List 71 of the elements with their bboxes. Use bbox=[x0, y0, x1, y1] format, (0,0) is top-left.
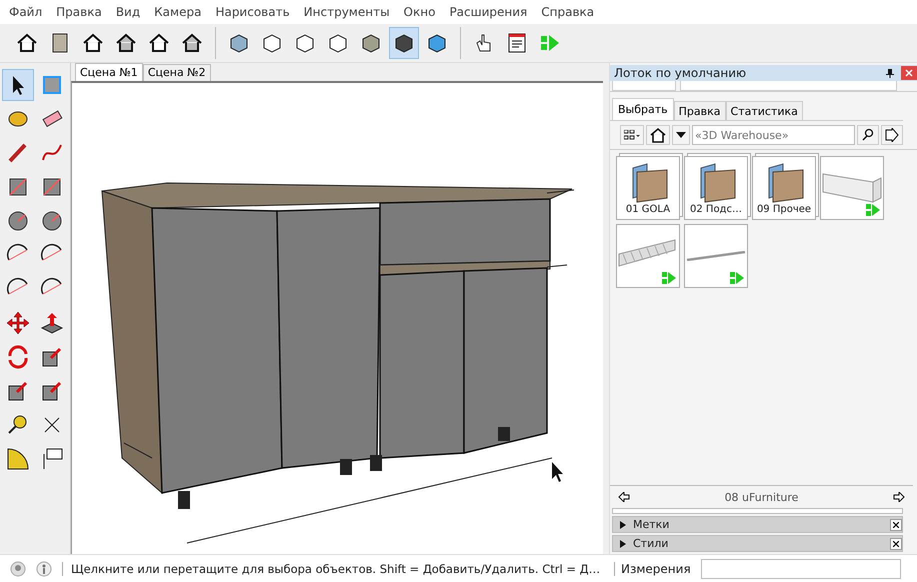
input-field[interactable] bbox=[612, 81, 676, 91]
search-button[interactable] bbox=[857, 125, 879, 145]
left-arrow-icon bbox=[618, 492, 630, 502]
close-button[interactable] bbox=[890, 538, 902, 550]
pin-icon[interactable] bbox=[885, 68, 895, 78]
menu-item[interactable]: Файл bbox=[2, 5, 50, 19]
folder-label: 01 GOLA bbox=[626, 204, 670, 214]
component-thumbnail[interactable] bbox=[616, 224, 680, 288]
close-button[interactable] bbox=[890, 518, 902, 530]
push-pull-icon bbox=[39, 310, 65, 336]
tray-tab[interactable]: Статистика bbox=[726, 101, 803, 120]
cursor-icon bbox=[552, 462, 563, 482]
close-icon bbox=[905, 69, 913, 77]
component-thumbnail[interactable] bbox=[684, 224, 748, 288]
arrow-icon bbox=[885, 128, 899, 142]
input-field[interactable] bbox=[680, 81, 897, 91]
search-icon bbox=[861, 128, 875, 142]
close-icon bbox=[893, 540, 899, 546]
geolocation-icon[interactable] bbox=[10, 560, 26, 576]
component-badge-icon bbox=[662, 272, 676, 284]
menu-item[interactable]: Правка bbox=[49, 5, 109, 19]
folder-label: 02 Подс… bbox=[690, 204, 742, 214]
component-thumbnail[interactable]: 01 GOLA bbox=[616, 156, 680, 220]
view-options-button[interactable] bbox=[620, 125, 644, 145]
dropdown-button[interactable] bbox=[672, 125, 690, 145]
scene-tab[interactable]: Сцена №1 bbox=[75, 63, 143, 81]
back-button[interactable] bbox=[618, 490, 630, 504]
house-icon bbox=[15, 31, 39, 55]
right-arrow-icon bbox=[893, 492, 905, 502]
model-preview-icon bbox=[686, 251, 746, 261]
toolbar-button[interactable] bbox=[389, 27, 419, 59]
search-field[interactable]: «3D Warehouse» bbox=[692, 125, 855, 145]
component-thumbnail[interactable]: 09 Прочее bbox=[752, 156, 816, 220]
component-thumbnail[interactable] bbox=[820, 156, 884, 220]
house-icon bbox=[114, 31, 138, 55]
house-icon bbox=[81, 31, 105, 55]
menu-item[interactable]: Нарисовать bbox=[208, 5, 297, 19]
component-badge-icon bbox=[866, 204, 880, 216]
house-icon bbox=[147, 31, 171, 55]
close-icon bbox=[893, 522, 899, 528]
house-icon bbox=[650, 127, 666, 143]
menu-item[interactable]: Окно bbox=[396, 5, 442, 19]
protractor-icon bbox=[5, 446, 31, 472]
measurements-field[interactable] bbox=[700, 558, 901, 578]
home-button[interactable] bbox=[646, 125, 670, 145]
status-hint: Щелкните или перетащите для выбора объектов. Shift = Добавить/Удалить. Ctrl = Д… bbox=[62, 562, 604, 576]
menu-item[interactable]: Справка bbox=[534, 5, 602, 19]
caret-icon bbox=[676, 132, 686, 138]
component-thumbnail[interactable]: 02 Подс… bbox=[684, 156, 748, 220]
details-button[interactable] bbox=[881, 125, 903, 145]
menu-item[interactable]: Инструменты bbox=[296, 5, 397, 19]
tray-tab[interactable]: Выбрать bbox=[612, 98, 674, 120]
viewport[interactable] bbox=[71, 81, 603, 554]
tray-title: Лоток по умолчанию bbox=[614, 66, 748, 80]
move-icon bbox=[5, 310, 31, 336]
tray-section-header[interactable]: Метки bbox=[612, 516, 903, 533]
tray-tab[interactable]: Правка bbox=[674, 101, 726, 120]
folder-label: 09 Прочее bbox=[756, 204, 812, 214]
menu-item[interactable]: Вид bbox=[108, 5, 148, 19]
menu-item[interactable]: Расширения bbox=[442, 5, 534, 19]
forward-button[interactable] bbox=[893, 490, 905, 504]
scene-tab[interactable]: Сцена №2 bbox=[142, 64, 211, 81]
tray-section-header[interactable]: Стили bbox=[612, 535, 903, 552]
component-badge-icon bbox=[730, 272, 744, 284]
collection-name: 08 uFurniture bbox=[724, 490, 800, 504]
grid-icon bbox=[624, 130, 640, 140]
menu-item[interactable]: Камера bbox=[147, 5, 208, 19]
measurements-label: Измерения bbox=[614, 562, 691, 576]
info-icon[interactable] bbox=[36, 560, 52, 576]
tool-button[interactable] bbox=[2, 69, 34, 101]
house-icon bbox=[180, 31, 204, 55]
